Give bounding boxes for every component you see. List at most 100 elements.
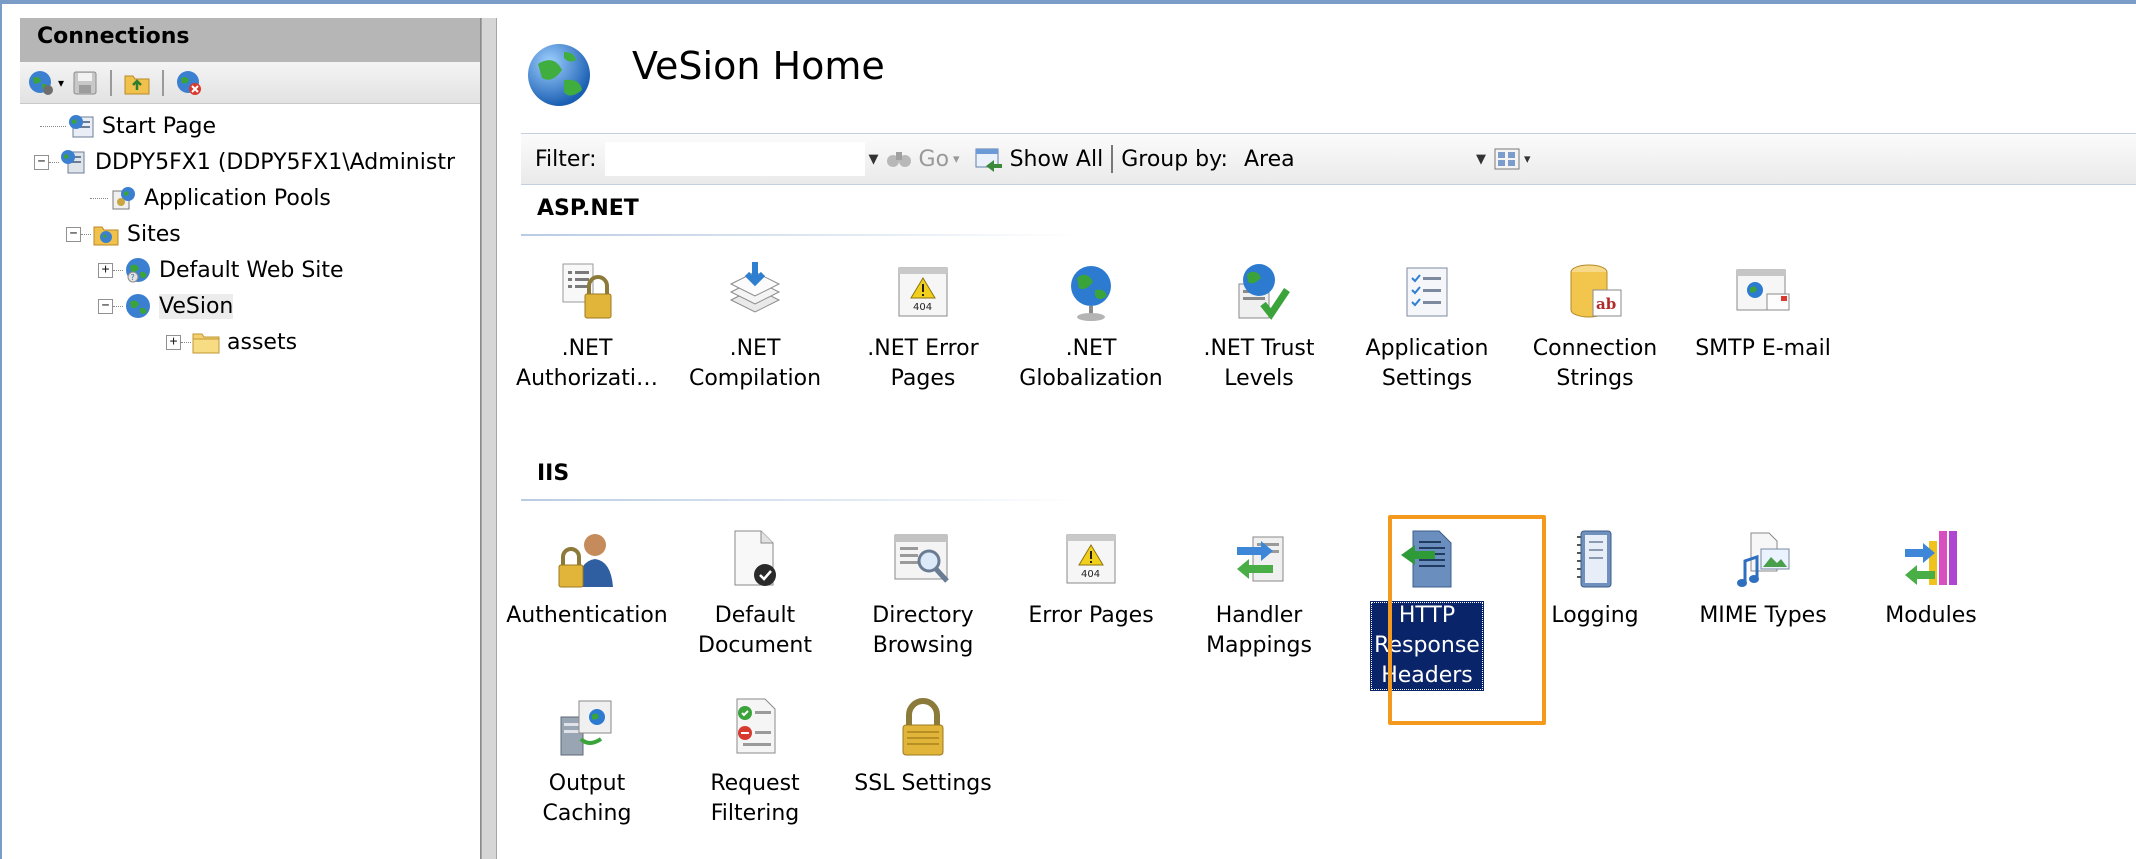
feature-connection-strings[interactable]: ab Connection Strings	[1511, 256, 1679, 394]
go-button[interactable]: Go	[885, 146, 950, 172]
feature-ssl-settings[interactable]: SSL Settings	[839, 691, 1007, 799]
feature-label: SSL Settings	[854, 771, 992, 796]
request-filtering-icon	[719, 691, 791, 763]
go-dropdown-icon[interactable]: ▾	[953, 152, 960, 167]
binoculars-icon	[886, 152, 911, 167]
tree-node-label: Sites	[127, 221, 181, 247]
filter-label: Filter:	[535, 146, 597, 172]
feature-label: Directory Browsing	[872, 603, 974, 658]
feature-handler-mappings[interactable]: Handler Mappings	[1175, 523, 1343, 661]
feature-label: SMTP E-mail	[1695, 336, 1831, 361]
expand-toggle[interactable]: +	[98, 262, 113, 278]
feature-dotnet-globalization[interactable]: .NET Globalization	[1007, 256, 1175, 394]
feature-output-caching[interactable]: Output Caching	[503, 691, 671, 829]
go-label: Go	[918, 146, 950, 172]
group-by-dropdown-icon[interactable]: ▼	[1476, 152, 1486, 167]
feature-label: MIME Types	[1699, 603, 1827, 628]
feature-dotnet-authorization[interactable]: .NET Authorizati…	[503, 256, 671, 394]
group-by-label: Group by:	[1121, 146, 1228, 172]
feature-label: .NET Error Pages	[867, 336, 979, 391]
feature-authentication[interactable]: Authentication	[503, 523, 671, 631]
tree-node-server[interactable]: − DDPY5FX1 (DDPY5FX1\Administr	[20, 144, 480, 180]
feature-dotnet-trust-levels[interactable]: .NET Trust Levels	[1175, 256, 1343, 394]
expand-toggle[interactable]: +	[166, 334, 181, 350]
filter-toolbar: Filter: ▼ Go ▾ Show All Group by: Area ▼…	[521, 133, 2136, 185]
tree-node-label: Start Page	[102, 113, 216, 139]
feature-application-settings[interactable]: Application Settings	[1343, 256, 1511, 394]
mime-types-icon	[1727, 523, 1799, 595]
logging-icon	[1559, 523, 1631, 595]
feature-label: Application Settings	[1365, 336, 1489, 391]
collapse-toggle[interactable]: −	[98, 298, 113, 314]
collapse-toggle[interactable]: −	[66, 226, 81, 242]
website-globe-icon	[123, 292, 153, 320]
feature-label: Modules	[1885, 603, 1977, 628]
group-by-select[interactable]: Area	[1244, 147, 1472, 172]
tree-node-vesion[interactable]: − VeSion	[20, 288, 480, 324]
handler-mappings-icon	[1223, 523, 1295, 595]
page-title: VeSion Home	[632, 44, 885, 88]
feature-error-pages[interactable]: 404 Error Pages	[1007, 523, 1175, 631]
feature-smtp-email[interactable]: SMTP E-mail	[1679, 256, 1847, 364]
pane-splitter[interactable]	[481, 18, 497, 859]
feature-request-filtering[interactable]: Request Filtering	[671, 691, 839, 829]
toolbar-separator	[1111, 145, 1114, 173]
application-settings-icon	[1391, 256, 1463, 328]
dotnet-error-pages-icon: 404	[887, 256, 959, 328]
feature-label: Error Pages	[1028, 603, 1154, 628]
show-all-button[interactable]: Show All	[974, 146, 1104, 172]
site-globe-icon	[524, 40, 594, 114]
section-header-aspnet: ASP.NET	[537, 196, 639, 221]
feature-label: .NET Trust Levels	[1203, 336, 1315, 391]
view-mode-button[interactable]: ▾	[1494, 148, 1535, 170]
filter-input[interactable]	[604, 142, 865, 176]
home-header: VeSion Home	[497, 18, 2136, 118]
tree-node-label: DDPY5FX1 (DDPY5FX1\Administr	[95, 149, 455, 175]
connections-title: Connections	[20, 18, 480, 62]
tree-node-label: assets	[227, 329, 298, 355]
svg-text:404: 404	[1081, 569, 1100, 580]
directory-browsing-icon	[887, 523, 959, 595]
toolbar-separator	[162, 69, 165, 96]
section-divider	[521, 234, 1081, 236]
svg-text:?: ?	[131, 273, 135, 282]
feature-label: Handler Mappings	[1206, 603, 1312, 658]
group-by-control: Group by: Area ▼	[1121, 147, 1490, 172]
svg-text:ab: ab	[1596, 295, 1616, 313]
dotnet-authorization-icon	[551, 256, 623, 328]
connect-dropdown-icon[interactable]: ▾	[58, 76, 64, 90]
start-page-icon	[66, 112, 96, 140]
tree-node-default-web-site[interactable]: + ? Default Web Site	[20, 252, 480, 288]
feature-mime-types[interactable]: MIME Types	[1679, 523, 1847, 631]
feature-modules[interactable]: Modules	[1847, 523, 2015, 631]
collapse-toggle[interactable]: −	[34, 154, 49, 170]
feature-label: Output Caching	[542, 771, 632, 826]
feature-view-pane: VeSion Home Filter: ▼ Go ▾ Show All Grou…	[497, 18, 2136, 859]
toolbar-separator	[110, 69, 113, 96]
tree-node-application-pools[interactable]: Application Pools	[20, 180, 480, 216]
filter-dropdown-icon[interactable]: ▼	[869, 152, 879, 167]
tree-node-label: Default Web Site	[159, 257, 344, 283]
tree-node-start-page[interactable]: Start Page	[20, 108, 480, 144]
show-all-label: Show All	[1009, 146, 1104, 172]
save-icon[interactable]	[70, 68, 100, 98]
up-folder-icon[interactable]	[122, 68, 152, 98]
feature-label: .NET Compilation	[688, 336, 822, 391]
disconnect-icon[interactable]	[174, 68, 204, 98]
feature-dotnet-error-pages[interactable]: 404 .NET Error Pages	[839, 256, 1007, 394]
svg-text:404: 404	[913, 302, 932, 313]
connect-globe-icon[interactable]	[26, 68, 56, 98]
tree-node-sites[interactable]: − Sites	[20, 216, 480, 252]
view-mode-icon	[1494, 148, 1520, 170]
feature-default-document[interactable]: Default Document	[671, 523, 839, 661]
feature-directory-browsing[interactable]: Directory Browsing	[839, 523, 1007, 661]
tree-node-assets[interactable]: + assets	[20, 324, 480, 360]
connections-tree: Start Page − DDPY5FX1 (DDPY5FX1\Administ…	[20, 104, 480, 360]
view-mode-dropdown-icon: ▾	[1523, 151, 1531, 167]
feature-label: Request Filtering	[710, 771, 800, 826]
feature-dotnet-compilation[interactable]: .NET Compilation	[671, 256, 839, 394]
output-caching-icon	[551, 691, 623, 763]
default-document-icon	[719, 523, 791, 595]
dotnet-trust-levels-icon	[1223, 256, 1295, 328]
smtp-email-icon	[1727, 256, 1799, 328]
